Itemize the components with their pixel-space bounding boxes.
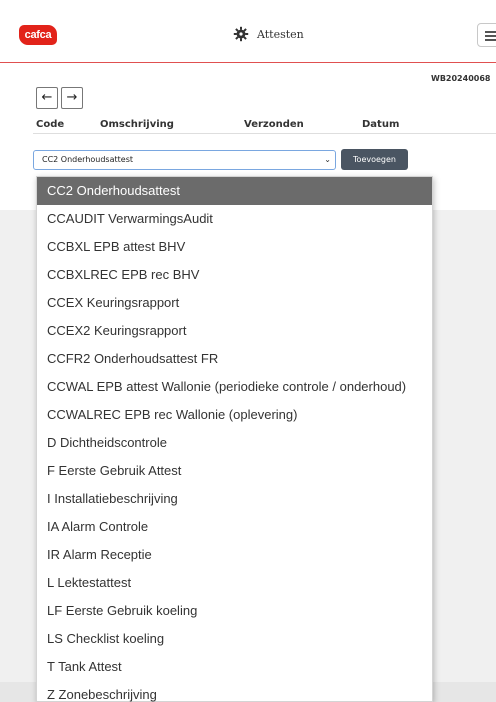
attest-type-select[interactable]: CC2 Onderhoudsattest ⌄	[33, 150, 336, 170]
dropdown-option[interactable]: CCAUDIT VerwarmingsAudit	[37, 205, 432, 233]
gear-icon	[233, 26, 249, 42]
column-header-code: Code	[36, 119, 65, 130]
top-bar: cafca Attesten	[0, 0, 496, 63]
dropdown-option[interactable]: CCBXLREC EPB rec BHV	[37, 261, 432, 289]
arrow-right-icon: →	[66, 90, 78, 105]
document-id: WB20240068	[431, 74, 491, 83]
dropdown-option[interactable]: CCWALREC EPB rec Wallonie (oplevering)	[37, 401, 432, 429]
arrow-left-icon: ←	[41, 90, 53, 105]
table-header-divider	[33, 133, 496, 134]
forward-button[interactable]: →	[61, 87, 83, 109]
column-header-verzonden: Verzonden	[244, 119, 304, 130]
hamburger-icon	[485, 39, 496, 41]
cafca-logo[interactable]: cafca	[19, 25, 57, 45]
column-header-datum: Datum	[362, 119, 400, 130]
add-button[interactable]: Toevoegen	[341, 149, 408, 170]
page-title: Attesten	[257, 27, 304, 41]
dropdown-option[interactable]: F Eerste Gebruik Attest	[37, 457, 432, 485]
dropdown-option-selected[interactable]: CC2 Onderhoudsattest	[37, 177, 432, 205]
attest-type-dropdown: CC2 Onderhoudsattest CCAUDIT Verwarmings…	[36, 176, 433, 702]
dropdown-option[interactable]: T Tank Attest	[37, 653, 432, 681]
page-title-group: Attesten	[233, 26, 304, 42]
dropdown-option[interactable]: I Installatiebeschrijving	[37, 485, 432, 513]
dropdown-option[interactable]: CCFR2 Onderhoudsattest FR	[37, 345, 432, 373]
hamburger-icon	[485, 31, 496, 33]
chevron-down-icon: ⌄	[324, 155, 331, 164]
dropdown-option[interactable]: D Dichtheidscontrole	[37, 429, 432, 457]
dropdown-option[interactable]: IR Alarm Receptie	[37, 541, 432, 569]
dropdown-option[interactable]: CCBXL EPB attest BHV	[37, 233, 432, 261]
dropdown-option[interactable]: CCEX2 Keuringsrapport	[37, 317, 432, 345]
dropdown-option[interactable]: CCWAL EPB attest Wallonie (periodieke co…	[37, 373, 432, 401]
dropdown-option[interactable]: IA Alarm Controle	[37, 513, 432, 541]
back-button[interactable]: ←	[36, 87, 58, 109]
dropdown-option[interactable]: LF Eerste Gebruik koeling	[37, 597, 432, 625]
select-value: CC2 Onderhoudsattest	[42, 155, 134, 164]
column-header-omschrijving: Omschrijving	[100, 119, 174, 130]
dropdown-option[interactable]: CCEX Keuringsrapport	[37, 289, 432, 317]
dropdown-option[interactable]: L Lektestattest	[37, 569, 432, 597]
hamburger-menu-button[interactable]	[477, 23, 496, 47]
dropdown-option[interactable]: Z Zonebeschrijving	[37, 681, 432, 702]
hamburger-icon	[485, 35, 496, 37]
dropdown-option[interactable]: LS Checklist koeling	[37, 625, 432, 653]
